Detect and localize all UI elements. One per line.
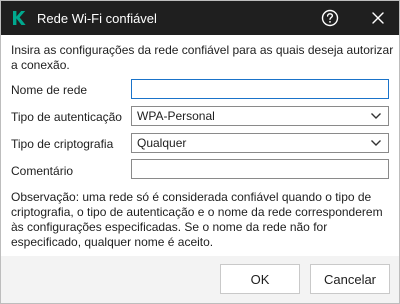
intro-text: Insira as configurações da rede confiáve… [11,43,394,72]
close-button[interactable] [365,6,391,30]
chevron-down-icon [369,136,383,150]
title-bar: Rede Wi-Fi confiável [1,1,399,35]
auth-type-select[interactable]: WPA-Personal [131,106,389,126]
kaspersky-logo-icon [11,10,27,26]
network-name-input[interactable] [131,79,389,99]
encryption-type-label: Tipo de criptografia [11,137,114,151]
chevron-down-icon [369,109,383,123]
close-icon [372,12,384,24]
help-button[interactable] [317,6,343,30]
help-icon [321,9,339,27]
auth-type-value: WPA-Personal [137,109,215,123]
encryption-type-select[interactable]: Qualquer [131,133,389,153]
auth-type-label: Tipo de autenticação [11,110,122,124]
cancel-button[interactable]: Cancelar [310,264,390,294]
trusted-wifi-dialog: Rede Wi-Fi confiável Insira as configura… [0,0,400,304]
network-name-label: Nome de rede [11,83,88,97]
note-text: Observação: uma rede só é considerada co… [11,190,383,249]
encryption-type-value: Qualquer [137,136,187,150]
ok-button[interactable]: OK [220,264,300,294]
comment-input[interactable] [131,159,389,179]
comment-label: Comentário [11,164,74,178]
dialog-footer: OK Cancelar [1,256,399,303]
dialog-title: Rede Wi-Fi confiável [37,11,157,26]
